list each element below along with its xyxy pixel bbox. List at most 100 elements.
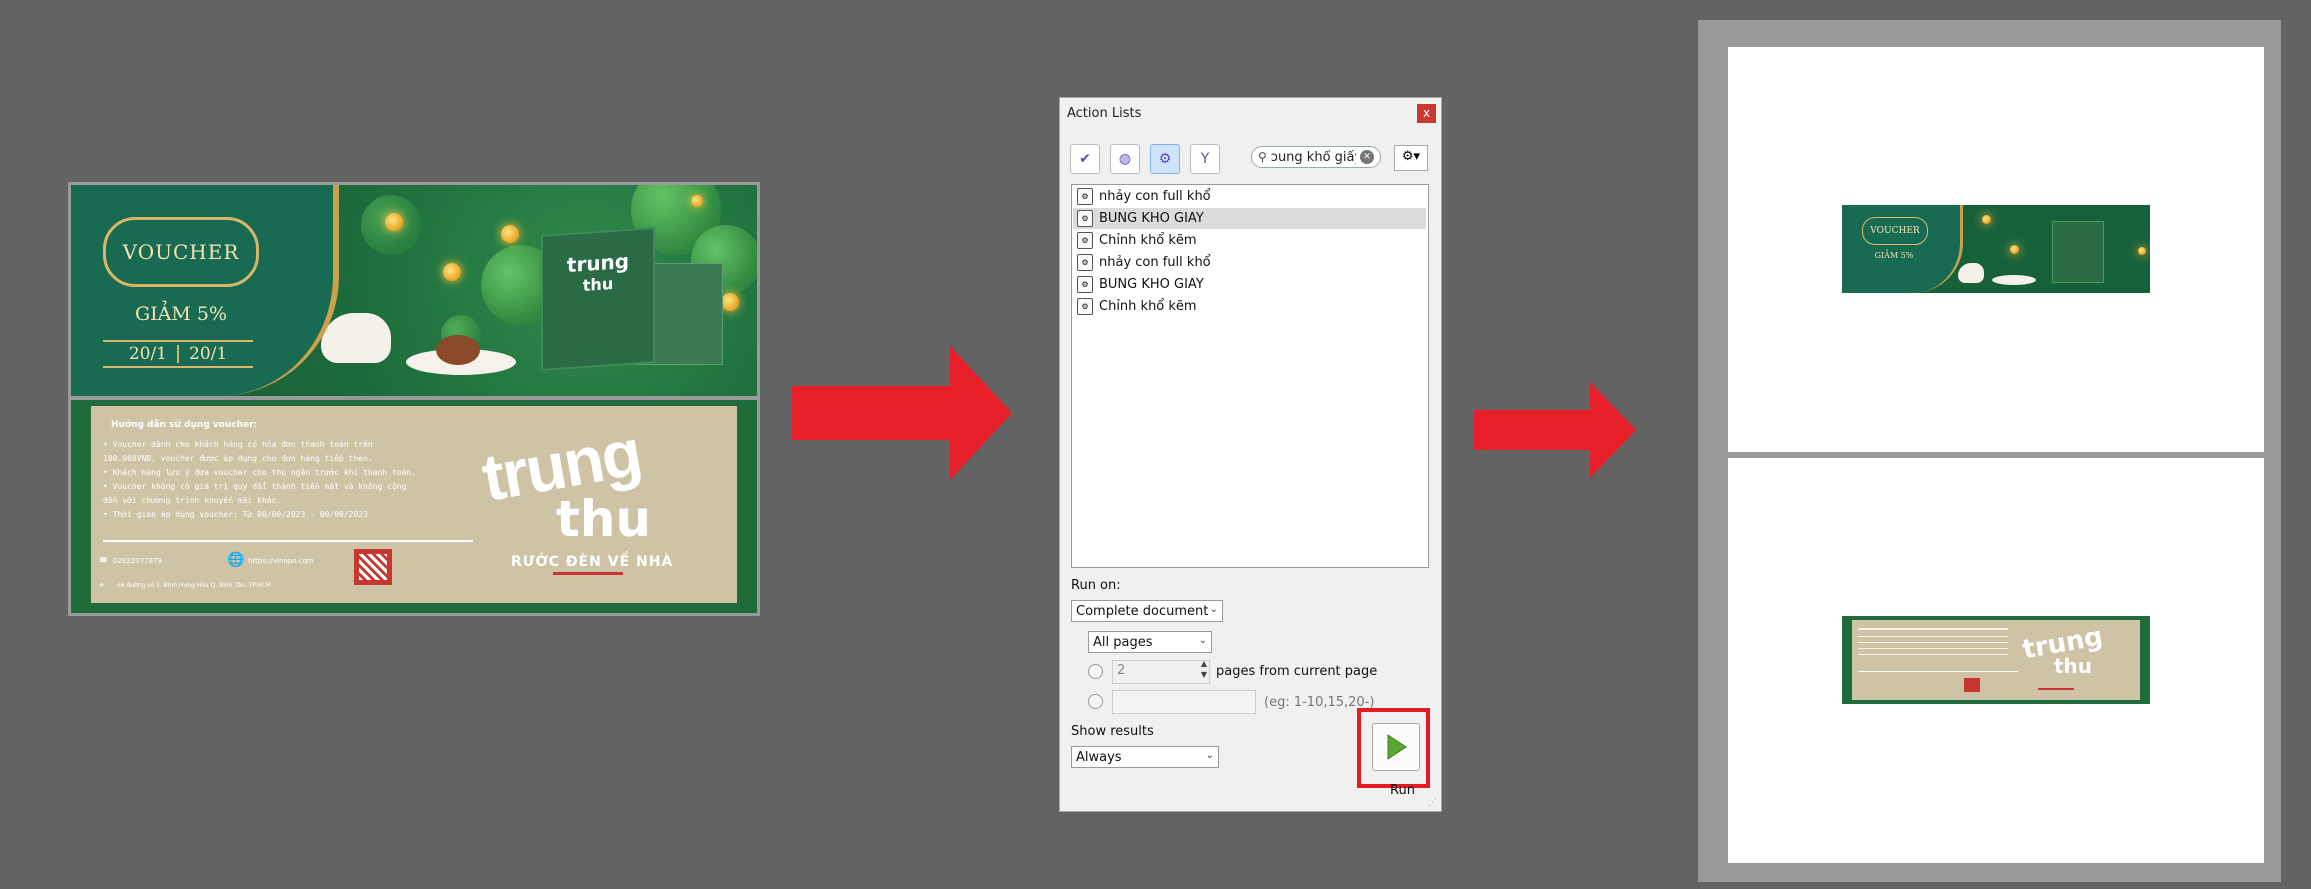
globe-icon: 🌐 [227,552,245,568]
guide-title: Hướng dẫn sử dụng voucher: [111,420,258,430]
list-item-label: BUNG KHO GIAY [1099,211,1204,226]
address: 66 đường số 3, Bình Hưng Hòa Q. Bình Tân… [117,582,271,589]
list-item[interactable]: ⚙ BUNG KHO GIAY [1073,274,1426,295]
show-results-label: Show results [1071,724,1154,739]
page-1: VOUCHER GIẢM 5% [1728,47,2264,452]
gear-icon[interactable]: ⚙ [1150,144,1180,174]
guide-line: 100.000VNĐ, voucher được áp dụng cho đơn… [103,454,373,463]
voucher-back: Hướng dẫn sử dụng voucher: • Voucher dàn… [71,400,757,613]
mooncake-illustration [436,335,480,365]
voucher-discount: GIẢM 5% [134,303,228,325]
dialog-title: Action Lists [1067,106,1142,121]
pages-select[interactable]: All pages ⌄ [1088,631,1212,653]
guide-line: • Khách hàng lưu ý đưa voucher cho thu n… [103,468,417,477]
stepper-up-icon[interactable]: ▲ [1201,659,1207,668]
resize-grip-icon[interactable]: ⋰ [1428,798,1437,808]
action-icon: ⚙ [1077,210,1093,227]
rabbit-illustration [321,313,391,363]
page-2: trung thu [1728,458,2264,863]
clear-search-icon[interactable]: ✕ [1360,150,1374,164]
list-item-selected[interactable]: ⚙ BUNG KHO GIAY [1073,208,1426,229]
lantern-icon [501,225,519,243]
action-icon: ⚙ [1077,188,1093,205]
action-icon: ⚙ [1077,276,1093,293]
voucher-date-to: 20/1 [189,344,228,364]
pages-count-stepper[interactable]: 2 ▲ ▼ [1112,659,1210,684]
lantern-icon [721,293,739,311]
guide-line: dồn với chương trình khuyến mãi khác. [103,496,282,505]
pages-from-radio[interactable] [1088,664,1103,679]
run-label: Run [1390,783,1415,798]
chevron-down-icon: ⌄ [1198,635,1207,646]
action-icon: ⚙ [1077,298,1093,315]
voucher-dates: 20/1 20/1 [103,340,253,368]
chevron-down-icon: ⌄ [1209,604,1218,615]
checkmark-icon[interactable]: ✔ [1070,144,1100,174]
arrow-right-icon [792,346,1012,480]
voucher-left-panel: VOUCHER GIẢM 5% 20/1 20/1 [71,185,339,396]
run-on-select[interactable]: Complete document ⌄ [1071,600,1223,622]
voucher-image: trung thu VOUCHER GIẢM 5% 20/1 20/1 Hướn… [68,182,760,616]
search-input[interactable]: ɔung khổ giấy [1271,150,1356,165]
gift-box: trung thu [541,227,655,371]
voucher-badge: VOUCHER [103,217,259,287]
mini-discount: GIẢM 5% [1874,251,1914,260]
voucher-date-from: 20/1 [128,344,167,364]
guide-line: • Thời gian áp dụng voucher: Từ 00/00/20… [103,510,368,519]
list-item[interactable]: ⚙ Chỉnh khổ kẽm [1073,296,1426,317]
list-item[interactable]: ⚙ Chỉnh khổ kẽm [1073,230,1426,251]
brand-subtitle: thu [556,490,652,548]
search-field[interactable]: ⚲ ɔung khổ giấy ✕ [1251,146,1381,168]
show-results-select[interactable]: Always ⌄ [1071,746,1219,768]
lantern-icon [691,195,703,207]
show-results-value: Always [1076,749,1122,765]
globe-icon[interactable]: ◍ [1110,144,1140,174]
website: https://vinapo.com [248,557,314,565]
stepper-down-icon[interactable]: ▼ [1201,670,1207,679]
list-item-label: BUNG KHO GIAY [1099,277,1204,292]
guide-line: • Voucher dành cho khách hàng có hóa đơn… [103,440,373,449]
date-divider [177,345,179,363]
phone-number: 02822077979 [113,557,162,565]
guide-list: • Voucher dành cho khách hàng có hóa đơn… [103,438,483,522]
gear-icon: ⚙▾ [1401,149,1421,164]
list-item[interactable]: ⚙ nhảy con full khổ [1073,252,1426,273]
arrow-right-icon [1474,382,1636,478]
list-item-label: Chỉnh khổ kẽm [1099,233,1197,248]
chevron-down-icon: ⌄ [1205,750,1214,761]
qr-code [354,549,392,585]
voucher-back-card: Hướng dẫn sử dụng voucher: • Voucher dàn… [91,406,737,603]
action-list[interactable]: ⚙ nhảy con full khổ ⚙ BUNG KHO GIAY ⚙ Chỉnh… [1071,184,1429,568]
page-range-radio[interactable] [1088,694,1103,709]
brand-tagline: RƯỚC ĐÈN VỀ NHÀ [511,554,674,570]
tagline-underline [553,572,623,575]
filter-icon[interactable]: Y [1190,144,1220,174]
pages-value: All pages [1093,634,1153,650]
close-button[interactable]: x [1417,104,1436,123]
voucher-front: trung thu VOUCHER GIẢM 5% 20/1 20/1 [71,185,757,396]
list-item-label: nhảy con full khổ [1099,255,1211,270]
run-highlight-box [1357,708,1430,788]
run-on-label: Run on: [1071,578,1121,593]
page-1-voucher-front: VOUCHER GIẢM 5% [1842,205,2150,293]
pages-from-label: pages from current page [1216,664,1378,679]
page-2-voucher-back: trung thu [1842,616,2150,704]
guide-line: • Voucher không có giá trị quy đổi thành… [103,482,407,491]
mini-brand-subtitle: thu [2054,654,2093,678]
list-item[interactable]: ⚙ nhảy con full khổ [1073,186,1426,207]
search-icon: ⚲ [1258,150,1267,164]
action-lists-dialog: Action Lists x ✔ ◍ ⚙ Y ⚲ ɔung khổ giấy ✕… [1059,97,1442,812]
action-icon: ⚙ [1077,254,1093,271]
divider-line [103,540,473,542]
list-item-label: nhảy con full khổ [1099,189,1211,204]
location-icon: ⌖ [99,580,105,591]
lantern-icon [385,213,403,231]
pages-count-value: 2 [1117,663,1126,678]
list-item-label: Chỉnh khổ kẽm [1099,299,1197,314]
run-on-value: Complete document [1076,603,1209,619]
lantern-icon [443,263,461,281]
options-menu-button[interactable]: ⚙▾ [1394,145,1428,171]
pages-preview: VOUCHER GIẢM 5% trung thu [1698,20,2281,882]
action-icon: ⚙ [1077,232,1093,249]
page-range-input[interactable] [1112,690,1256,714]
